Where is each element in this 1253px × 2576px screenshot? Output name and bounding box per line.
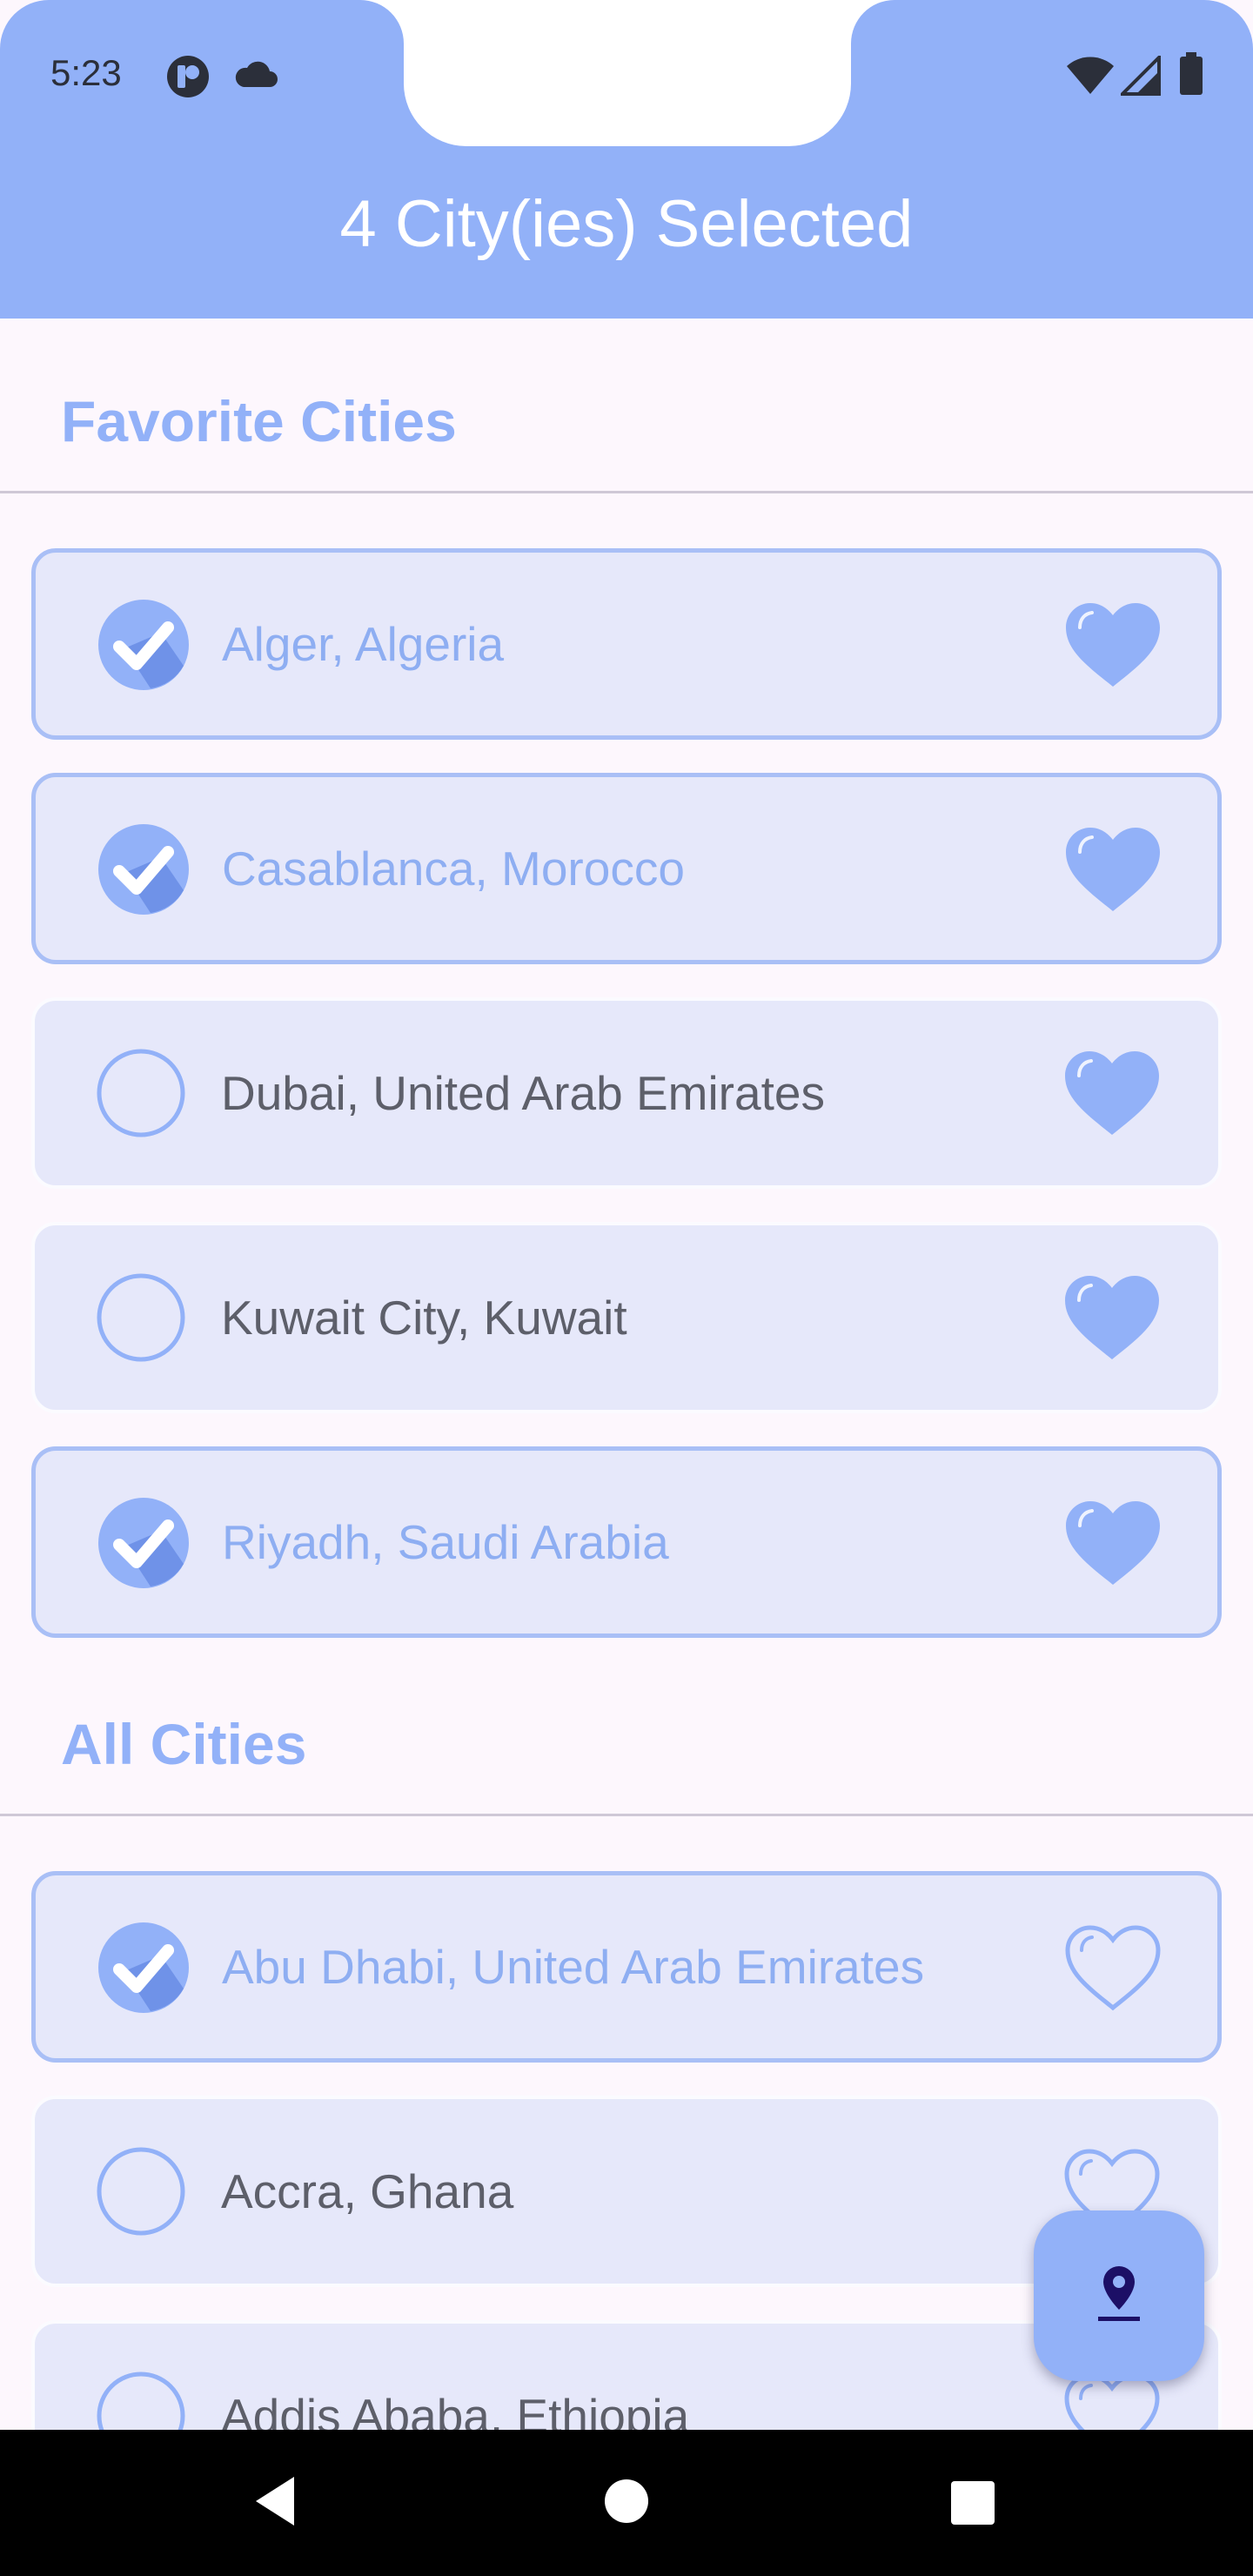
- cloud-icon: [233, 57, 278, 97]
- checked-circle-icon[interactable]: [97, 1496, 191, 1590]
- city-label: Accra, Ghana: [221, 2164, 514, 2218]
- favorites-section-title: Favorite Cities: [61, 389, 457, 453]
- city-card[interactable]: Abu Dhabi, United Arab Emirates: [31, 1871, 1222, 2063]
- city-card[interactable]: Casablanca, Morocco: [31, 773, 1222, 964]
- home-icon[interactable]: [604, 2479, 649, 2528]
- system-navigation-bar: [0, 2430, 1253, 2576]
- checked-circle-icon[interactable]: [97, 822, 191, 916]
- city-card[interactable]: Alger, Algeria: [31, 548, 1222, 740]
- city-card[interactable]: Kuwait City, Kuwait: [31, 1222, 1222, 1413]
- city-label: Dubai, United Arab Emirates: [221, 1066, 825, 1120]
- camera-notch: [404, 0, 851, 146]
- unchecked-circle-icon[interactable]: [96, 1046, 190, 1140]
- screen: 5:23 4 City(ies) Selected Favorite Citie…: [0, 0, 1253, 2576]
- top-app-bar: 5:23 4 City(ies) Selected: [0, 0, 1253, 319]
- all-cities-divider: [0, 1814, 1253, 1816]
- city-card[interactable]: Riyadh, Saudi Arabia: [31, 1446, 1222, 1638]
- heart-outline-icon[interactable]: [1062, 1922, 1163, 2013]
- status-time: 5:23: [50, 52, 122, 93]
- heart-filled-icon[interactable]: [1062, 1048, 1163, 1138]
- unchecked-circle-icon[interactable]: [96, 2144, 190, 2238]
- heart-filled-icon[interactable]: [1062, 600, 1163, 690]
- city-label: Abu Dhabi, United Arab Emirates: [222, 1940, 925, 1994]
- app-bar-title: 4 City(ies) Selected: [339, 187, 914, 261]
- city-label: Casablanca, Morocco: [222, 842, 685, 896]
- city-card[interactable]: Dubai, United Arab Emirates: [31, 997, 1222, 1189]
- unchecked-circle-icon[interactable]: [96, 1271, 190, 1365]
- favorites-divider: [0, 491, 1253, 493]
- heart-filled-icon[interactable]: [1062, 1498, 1163, 1588]
- location-pin-icon: [1093, 2263, 1145, 2330]
- signal-icon: [1118, 53, 1161, 100]
- battery-icon: [1178, 52, 1204, 100]
- checked-circle-icon[interactable]: [97, 598, 191, 692]
- all-cities-section-title: All Cities: [61, 1712, 307, 1776]
- recents-icon[interactable]: [950, 2480, 995, 2530]
- back-icon[interactable]: [252, 2473, 298, 2533]
- checked-circle-icon[interactable]: [97, 1921, 191, 2015]
- city-label: Alger, Algeria: [222, 617, 505, 671]
- wifi-icon: [1065, 56, 1116, 100]
- heart-filled-icon[interactable]: [1062, 1272, 1163, 1363]
- heart-filled-icon[interactable]: [1062, 824, 1163, 915]
- location-fab[interactable]: [1034, 2210, 1204, 2381]
- city-label: Riyadh, Saudi Arabia: [222, 1515, 669, 1569]
- app-notification-icon: [165, 54, 211, 104]
- city-label: Kuwait City, Kuwait: [221, 1291, 627, 1345]
